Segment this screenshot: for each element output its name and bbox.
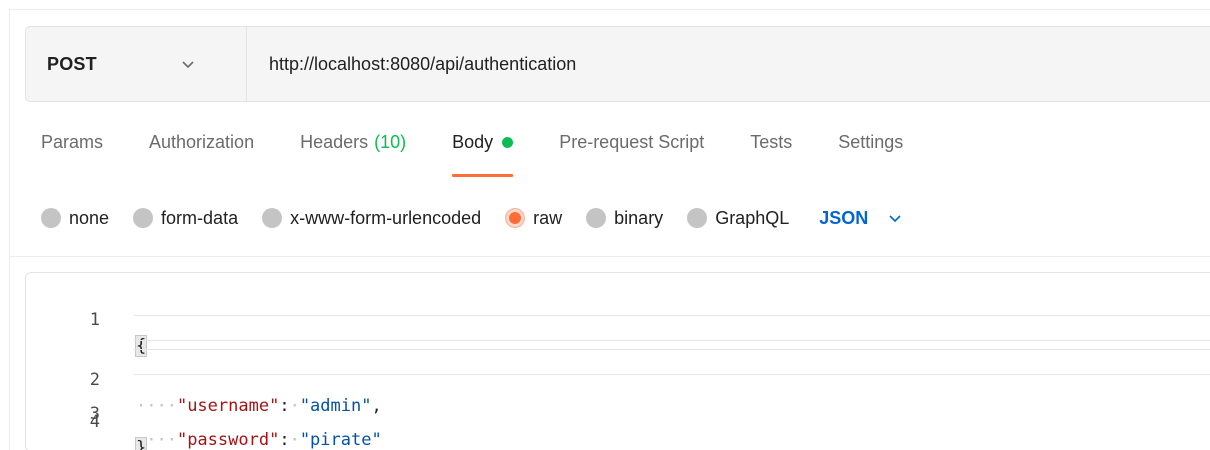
- radio-icon[interactable]: [687, 208, 708, 228]
- body-type-x-www-form-urlencoded[interactable]: x-www-form-urlencoded: [262, 208, 481, 229]
- json-value: "pirate": [299, 430, 382, 450]
- tab-label: Body: [452, 132, 494, 152]
- tab-pre-request-script[interactable]: Pre-request Script: [559, 132, 704, 153]
- chevron-down-icon: [889, 215, 901, 223]
- request-tabs: Params Authorization Headers (10) Body P…: [41, 132, 949, 182]
- tab-label: Params: [41, 132, 104, 152]
- tab-label: Settings: [838, 132, 904, 152]
- raw-language-label: JSON: [819, 207, 869, 228]
- request-bar: POST: [25, 26, 1210, 102]
- tab-label: Authorization: [149, 132, 255, 152]
- radio-icon[interactable]: [41, 208, 61, 228]
- code-line: 3 ····"password":·"pirate": [26, 349, 1210, 450]
- body-type-none[interactable]: none: [41, 208, 109, 229]
- raw-language-dropdown[interactable]: JSON: [819, 208, 902, 229]
- radio-label: form-data: [161, 207, 239, 228]
- line-content: ····"password":·"pirate": [136, 430, 382, 450]
- close-brace: }: [134, 437, 148, 450]
- active-tab-underline: [452, 174, 514, 177]
- tab-label: Tests: [750, 132, 793, 152]
- section-divider: [10, 256, 1210, 257]
- method-label: POST: [47, 53, 97, 74]
- code-line: 1 {: [26, 281, 1210, 357]
- tab-label: Headers: [300, 132, 369, 152]
- tab-label: Pre-request Script: [559, 132, 705, 152]
- line-content: }: [134, 435, 148, 450]
- radio-label: x-www-form-urlencoded: [290, 207, 482, 228]
- chevron-down-icon: [182, 61, 194, 69]
- url-input[interactable]: [247, 27, 1210, 101]
- top-border: [10, 9, 1210, 10]
- line-highlight: [134, 349, 1210, 375]
- body-type-form-data[interactable]: form-data: [133, 208, 238, 229]
- json-key: "password": [176, 430, 280, 450]
- tab-settings[interactable]: Settings: [838, 132, 903, 153]
- radio-label: GraphQL: [715, 207, 790, 228]
- code-editor[interactable]: 1 { 2 ····"username":·"admin", 3 ····"pa…: [25, 272, 1210, 450]
- radio-selected-icon[interactable]: [505, 208, 526, 228]
- code-line: 4 }: [26, 383, 1210, 450]
- line-highlight: [134, 315, 1210, 341]
- line-number: 4: [89, 412, 100, 432]
- body-indicator-dot-icon: [502, 137, 514, 148]
- tab-tests[interactable]: Tests: [750, 132, 792, 153]
- tab-params[interactable]: Params: [41, 132, 103, 153]
- tab-headers[interactable]: Headers (10): [300, 132, 406, 153]
- body-type-raw[interactable]: raw: [505, 208, 562, 229]
- radio-label: none: [69, 207, 110, 228]
- postman-request-editor: POST Params Authorization Headers (10) B…: [0, 0, 1210, 450]
- method-dropdown[interactable]: POST: [26, 27, 247, 101]
- tab-authorization[interactable]: Authorization: [149, 132, 254, 153]
- left-border: [9, 9, 10, 450]
- body-type-options: none form-data x-www-form-urlencoded raw…: [41, 204, 902, 232]
- headers-count: (10): [374, 132, 407, 152]
- body-type-graphql[interactable]: GraphQL: [687, 208, 789, 229]
- radio-icon[interactable]: [262, 208, 283, 228]
- code-line: 2 ····"username":·"admin",: [26, 315, 1210, 416]
- radio-icon[interactable]: [133, 208, 154, 228]
- body-type-binary[interactable]: binary: [586, 208, 663, 229]
- tab-body[interactable]: Body: [452, 132, 514, 177]
- radio-icon[interactable]: [586, 208, 607, 228]
- radio-label: raw: [533, 207, 563, 228]
- radio-label: binary: [614, 207, 664, 228]
